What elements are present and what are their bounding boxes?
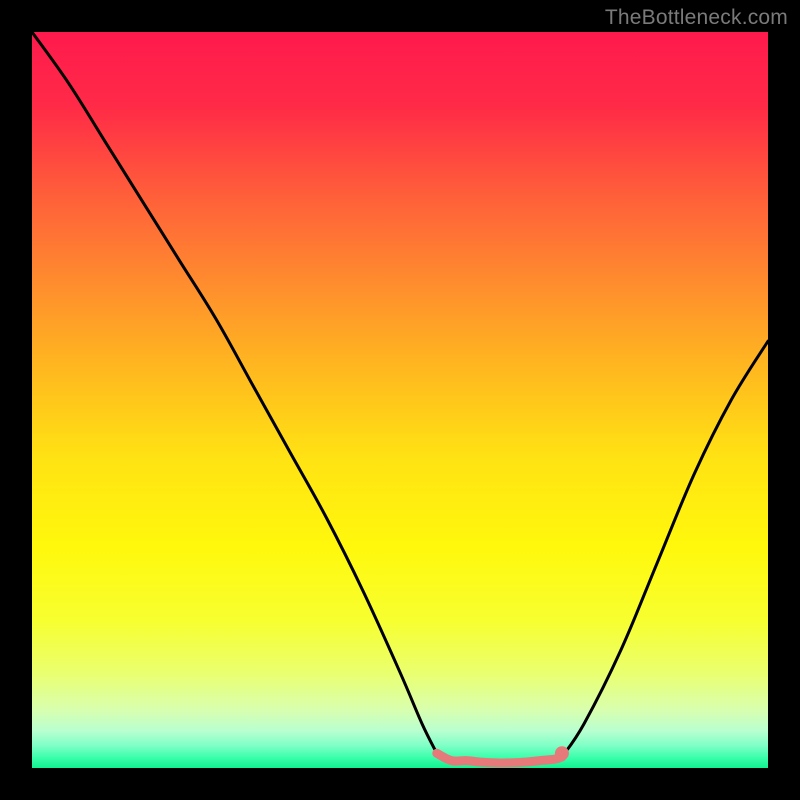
chart-stage: TheBottleneck.com (0, 0, 800, 800)
plateau-end-dot (555, 746, 569, 760)
watermark-text: TheBottleneck.com (605, 6, 788, 30)
plot-area (32, 32, 768, 768)
curve-layer (32, 32, 768, 768)
right-branch-curve (562, 341, 768, 757)
plateau-curve (437, 753, 562, 763)
left-branch-curve (32, 32, 437, 753)
